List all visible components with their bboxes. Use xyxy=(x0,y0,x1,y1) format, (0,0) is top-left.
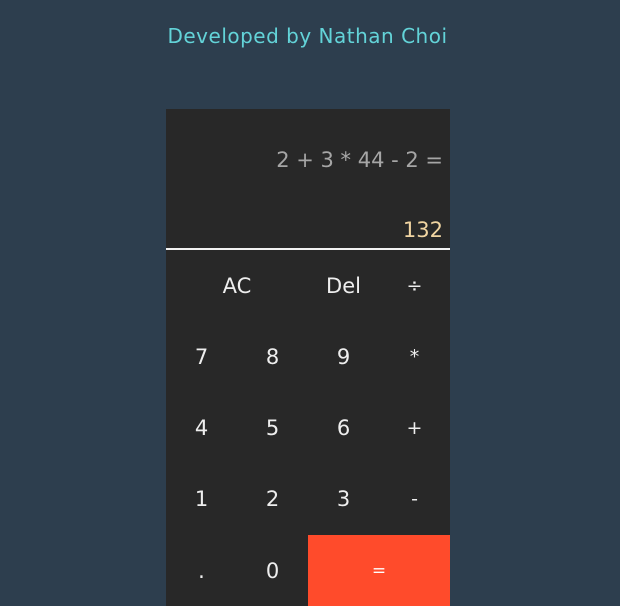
divide-button[interactable]: ÷ xyxy=(379,250,450,321)
digit-6-button[interactable]: 6 xyxy=(308,392,379,463)
digit-2-button[interactable]: 2 xyxy=(237,463,308,534)
add-button[interactable]: + xyxy=(379,392,450,463)
expression-display: 2 + 3 * 44 - 2 = xyxy=(276,148,443,172)
digit-1-button[interactable]: 1 xyxy=(166,463,237,534)
developer-credit: Developed by Nathan Choi xyxy=(167,24,448,48)
decimal-button[interactable]: . xyxy=(166,535,237,606)
equals-button[interactable]: = xyxy=(308,535,450,606)
digit-7-button[interactable]: 7 xyxy=(166,321,237,392)
digit-3-button[interactable]: 3 xyxy=(308,463,379,534)
calculator-display: 2 + 3 * 44 - 2 = 132 xyxy=(166,109,450,250)
result-display: 132 xyxy=(402,218,443,242)
clear-button[interactable]: AC xyxy=(166,250,308,321)
digit-4-button[interactable]: 4 xyxy=(166,392,237,463)
digit-0-button[interactable]: 0 xyxy=(237,535,308,606)
delete-button[interactable]: Del xyxy=(308,250,379,321)
digit-8-button[interactable]: 8 xyxy=(237,321,308,392)
keypad: AC Del ÷ 7 8 9 * 4 5 6 + 1 2 3 - . 0 = xyxy=(166,250,450,606)
digit-9-button[interactable]: 9 xyxy=(308,321,379,392)
digit-5-button[interactable]: 5 xyxy=(237,392,308,463)
calculator: 2 + 3 * 44 - 2 = 132 AC Del ÷ 7 8 9 * 4 … xyxy=(166,109,450,606)
multiply-button[interactable]: * xyxy=(379,321,450,392)
subtract-button[interactable]: - xyxy=(379,463,450,534)
